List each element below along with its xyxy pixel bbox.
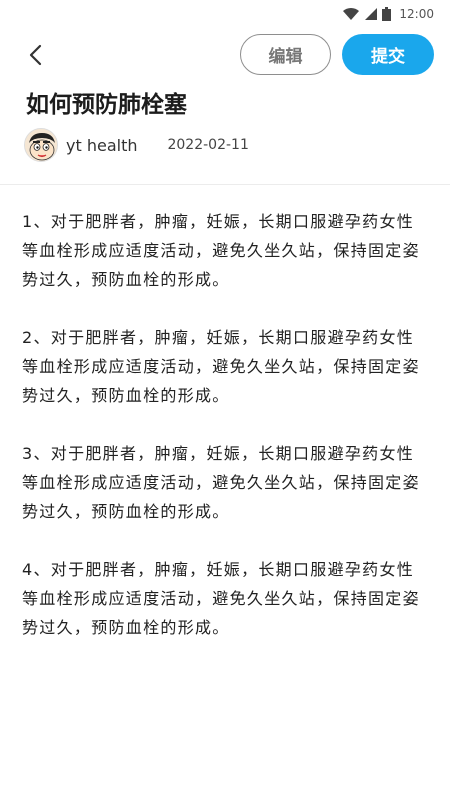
paragraph: 2、对于肥胖者，肿瘤，妊娠，长期口服避孕药女性等血栓形成应适度活动，避免久坐久站… bbox=[22, 328, 420, 405]
back-button[interactable] bbox=[20, 40, 50, 70]
status-time: 12:00 bbox=[399, 7, 434, 21]
article-body: 1、对于肥胖者，肿瘤，妊娠，长期口服避孕药女性等血栓形成应适度活动，避免久坐久站… bbox=[22, 207, 428, 671]
status-bar: 12:00 bbox=[0, 0, 450, 28]
edit-button[interactable]: 编辑 bbox=[240, 34, 331, 75]
author-name[interactable]: yt health bbox=[66, 136, 137, 155]
divider bbox=[0, 184, 450, 185]
avatar-image bbox=[25, 129, 57, 161]
page-title: 如何预防肺栓塞 bbox=[26, 92, 187, 118]
wifi-icon bbox=[343, 7, 360, 20]
submit-button[interactable]: 提交 bbox=[342, 34, 434, 75]
battery-icon bbox=[382, 7, 392, 21]
avatar[interactable] bbox=[24, 128, 58, 162]
paragraph: 3、对于肥胖者，肿瘤，妊娠，长期口服避孕药女性等血栓形成应适度活动，避免久坐久站… bbox=[22, 444, 420, 521]
chevron-left-icon bbox=[29, 44, 42, 66]
top-bar: 编辑 提交 bbox=[0, 34, 450, 76]
author-meta: yt health 2022-02-11 bbox=[24, 128, 424, 162]
signal-icon bbox=[365, 8, 378, 20]
paragraph: 1、对于肥胖者，肿瘤，妊娠，长期口服避孕药女性等血栓形成应适度活动，避免久坐久站… bbox=[22, 212, 420, 289]
publish-date: 2022-02-11 bbox=[167, 137, 249, 153]
paragraph: 4、对于肥胖者，肿瘤，妊娠，长期口服避孕药女性等血栓形成应适度活动，避免久坐久站… bbox=[22, 560, 420, 637]
